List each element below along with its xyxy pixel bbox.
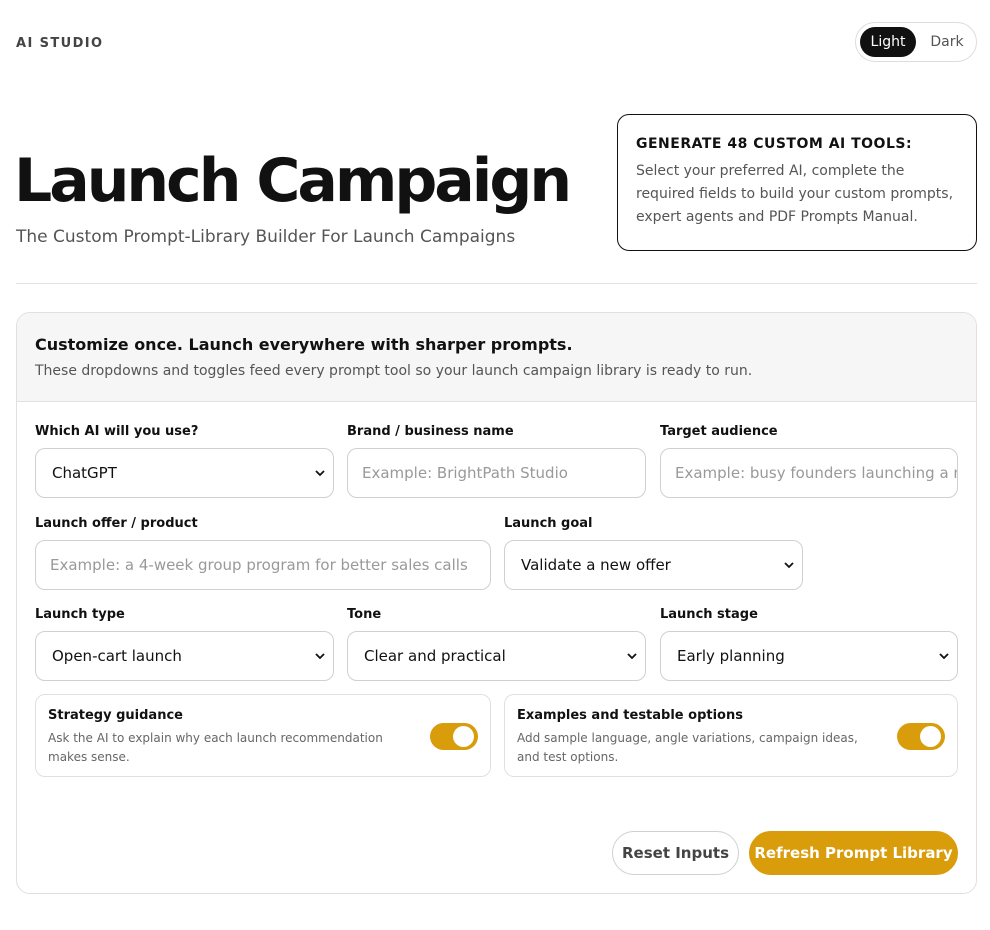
- brand-name: AI STUDIO: [16, 36, 104, 51]
- examples-toggle-description: Add sample language, angle variations, c…: [517, 731, 858, 764]
- tone-select-value: Clear and practical: [364, 647, 506, 665]
- type-select-label: Launch type: [35, 607, 125, 622]
- ai-select[interactable]: ChatGPT: [35, 448, 334, 498]
- offer-input-label: Launch offer / product: [35, 516, 198, 531]
- chevron-down-icon: [784, 562, 794, 569]
- chevron-down-icon: [939, 653, 949, 660]
- panel-description: These dropdowns and toggles feed every p…: [35, 363, 753, 379]
- promo-card: GENERATE 48 CUSTOM AI TOOLS: Select your…: [617, 114, 977, 251]
- examples-toggle-card: Examples and testable options Add sample…: [504, 694, 958, 777]
- panel-header: Customize once. Launch everywhere with s…: [17, 313, 976, 402]
- ai-select-value: ChatGPT: [52, 464, 117, 482]
- refresh-library-button[interactable]: Refresh Prompt Library: [749, 831, 958, 875]
- theme-toggle: Light Dark: [855, 22, 977, 62]
- promo-text: Select your preferred AI, complete the r…: [636, 163, 954, 225]
- chevron-down-icon: [315, 653, 325, 660]
- page-subtitle: The Custom Prompt-Library Builder For La…: [16, 227, 516, 247]
- tone-select-label: Tone: [347, 607, 382, 622]
- strategy-toggle-switch[interactable]: [430, 723, 478, 750]
- panel-heading: Customize once. Launch everywhere with s…: [35, 335, 573, 354]
- strategy-toggle-card: Strategy guidance Ask the AI to explain …: [35, 694, 491, 777]
- stage-select-value: Early planning: [677, 647, 785, 665]
- goal-select-label: Launch goal: [504, 516, 593, 531]
- toggle-knob: [453, 726, 474, 747]
- audience-input-label: Target audience: [660, 424, 778, 439]
- strategy-toggle-title: Strategy guidance: [48, 708, 183, 723]
- brand-input[interactable]: Example: BrightPath Studio: [347, 448, 646, 498]
- page-title: Launch Campaign: [14, 146, 572, 216]
- goal-select[interactable]: Validate a new offer: [504, 540, 803, 590]
- stage-select-label: Launch stage: [660, 607, 758, 622]
- brand-input-label: Brand / business name: [347, 424, 514, 439]
- chevron-down-icon: [627, 653, 637, 660]
- stage-select[interactable]: Early planning: [660, 631, 958, 681]
- theme-light-option[interactable]: Light: [860, 27, 916, 57]
- theme-dark-option[interactable]: Dark: [922, 27, 972, 57]
- tone-select[interactable]: Clear and practical: [347, 631, 646, 681]
- offer-input[interactable]: Example: a 4-week group program for bett…: [35, 540, 491, 590]
- divider: [16, 283, 977, 284]
- type-select[interactable]: Open-cart launch: [35, 631, 334, 681]
- toggle-knob: [920, 726, 941, 747]
- strategy-toggle-description: Ask the AI to explain why each launch re…: [48, 731, 383, 764]
- ai-select-label: Which AI will you use?: [35, 424, 199, 439]
- promo-title: GENERATE 48 CUSTOM AI TOOLS:: [636, 136, 913, 152]
- audience-input[interactable]: Example: busy founders launching a ne: [660, 448, 958, 498]
- type-select-value: Open-cart launch: [52, 647, 182, 665]
- goal-select-value: Validate a new offer: [521, 556, 671, 574]
- settings-panel: Customize once. Launch everywhere with s…: [16, 312, 977, 894]
- chevron-down-icon: [315, 470, 325, 477]
- examples-toggle-title: Examples and testable options: [517, 708, 743, 723]
- reset-inputs-button[interactable]: Reset Inputs: [612, 831, 739, 875]
- examples-toggle-switch[interactable]: [897, 723, 945, 750]
